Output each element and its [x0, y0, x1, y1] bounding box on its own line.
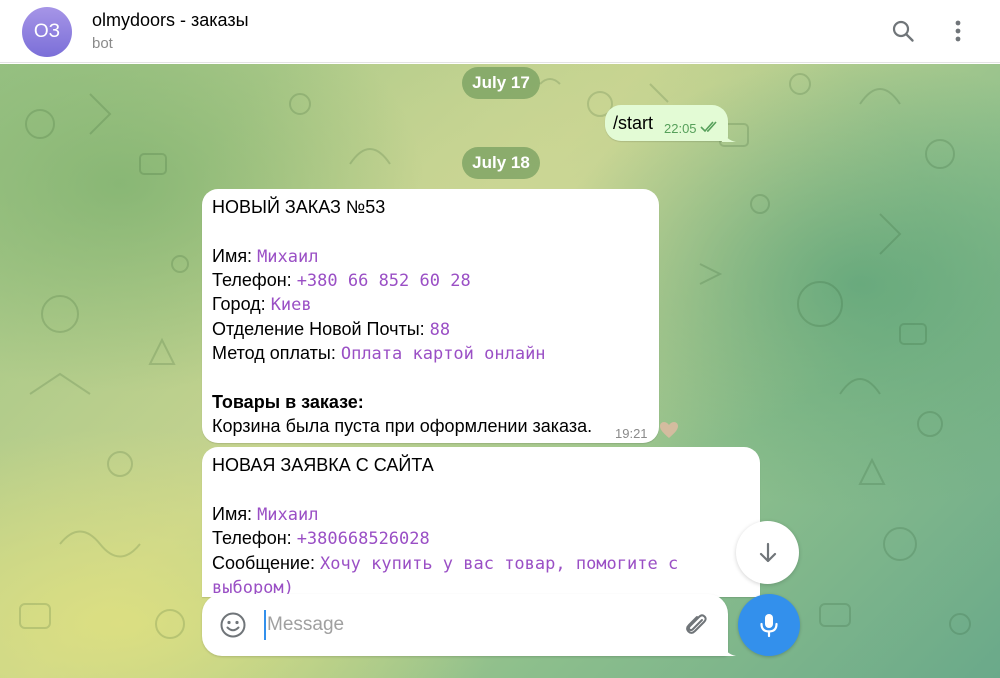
search-button[interactable]	[889, 17, 917, 45]
emoji-icon[interactable]	[219, 611, 247, 639]
scroll-to-bottom-button[interactable]	[736, 521, 799, 584]
phone-value: +380 66 852 60 28	[296, 271, 471, 291]
paperclip-icon[interactable]	[682, 611, 710, 639]
message-title: НОВЫЙ ЗАКАЗ №53	[212, 197, 386, 217]
message-text: /start	[613, 113, 654, 133]
name-value: Михаил	[257, 247, 319, 267]
arrow-down-icon	[759, 542, 776, 562]
date-separator: July 18	[462, 147, 540, 179]
avatar-initials: OЗ	[33, 21, 61, 42]
chat-subtitle: bot	[92, 35, 113, 52]
message-time: 22:05	[664, 121, 697, 136]
composer-tail	[722, 644, 736, 656]
more-menu-button[interactable]	[944, 17, 972, 45]
city-line: Город: Киев	[212, 294, 312, 315]
order-message[interactable]: НОВЫЙ ЗАКАЗ №53 Имя: Михаил Телефон: +38…	[202, 189, 659, 443]
message-composer	[202, 594, 728, 656]
branch-line: Отделение Новой Почты: 88	[212, 319, 451, 340]
phone-line: Телефон: +380668526028	[212, 528, 430, 549]
heart-reaction-icon[interactable]	[658, 419, 680, 441]
message-value: Хочу купить у вас товар, помогите с	[319, 554, 679, 574]
goods-heading: Товары в заказе:	[212, 392, 364, 412]
more-vertical-icon	[955, 20, 961, 42]
payment-line: Метод оплаты: Оплата картой онлайн	[212, 343, 546, 364]
date-label: July 17	[472, 73, 530, 92]
branch-value: 88	[429, 320, 451, 340]
message-line: Сообщение: Хочу купить у вас товар, помо…	[212, 553, 679, 574]
date-separator: July 17	[462, 67, 540, 99]
chat-area[interactable]: July 17 /start 22:05 July 18 НОВЫЙ ЗАКАЗ…	[0, 64, 1000, 678]
message-input[interactable]	[264, 610, 664, 640]
search-icon	[892, 20, 914, 42]
date-label: July 18	[472, 153, 530, 172]
goods-text: Корзина была пуста при оформлении заказа…	[212, 416, 593, 436]
chat-header: OЗ olmydoors - заказы bot	[0, 0, 1000, 63]
name-line: Имя: Михаил	[212, 504, 319, 525]
microphone-icon	[760, 614, 778, 638]
avatar[interactable]: OЗ	[22, 7, 72, 57]
name-line: Имя: Михаил	[212, 246, 319, 267]
message-time: 19:21	[615, 426, 648, 441]
request-message[interactable]: НОВАЯ ЗАЯВКА С САЙТА Имя: Михаил Телефон…	[202, 447, 760, 598]
city-value: Киев	[270, 295, 312, 315]
phone-value: +380668526028	[296, 529, 430, 549]
phone-line: Телефон: +380 66 852 60 28	[212, 270, 471, 291]
message-title: НОВАЯ ЗАЯВКА С САЙТА	[212, 455, 434, 475]
voice-message-button[interactable]	[738, 594, 800, 656]
name-value: Михаил	[257, 505, 319, 525]
read-checkmarks-icon	[700, 121, 717, 133]
bubble-tail	[722, 130, 736, 142]
chat-title[interactable]: olmydoors - заказы	[92, 10, 249, 31]
payment-value: Оплата картой онлайн	[340, 344, 546, 364]
outgoing-message[interactable]: /start 22:05	[605, 105, 728, 141]
